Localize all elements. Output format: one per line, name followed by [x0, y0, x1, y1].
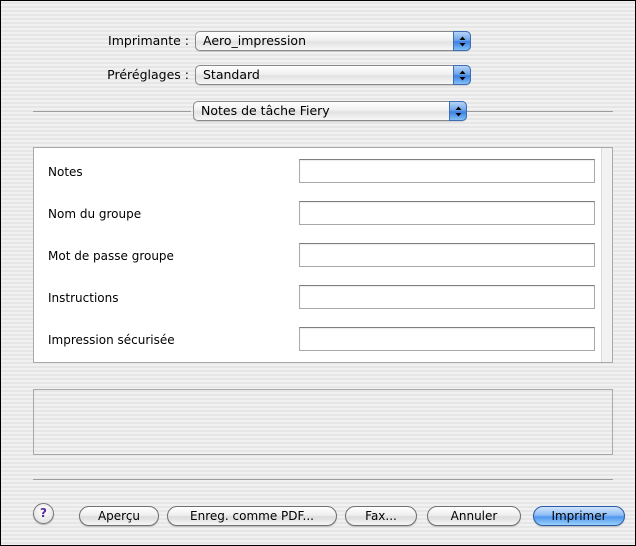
print-dialog: Imprimante : Aero_impression Préréglages… [0, 0, 636, 546]
panel-selector-popup[interactable]: Notes de tâche Fiery [193, 101, 467, 121]
printer-label: Imprimante : [108, 33, 189, 48]
group-name-field[interactable] [299, 201, 595, 225]
popup-arrows-icon [449, 101, 467, 121]
popup-arrows-icon [453, 65, 471, 85]
cancel-button[interactable]: Annuler [427, 506, 521, 526]
separator-right [467, 111, 613, 112]
notes-label: Notes [48, 165, 83, 179]
group-password-label: Mot de passe groupe [48, 249, 174, 263]
presets-popup-value: Standard [203, 67, 260, 82]
presets-popup[interactable]: Standard [195, 65, 471, 85]
preview-button[interactable]: Aperçu [79, 506, 159, 526]
printer-popup[interactable]: Aero_impression [195, 31, 471, 51]
instructions-label: Instructions [48, 291, 119, 305]
instructions-field[interactable] [299, 285, 595, 309]
secure-print-label: Impression sécurisée [48, 333, 175, 347]
panel-scrollbar[interactable] [601, 148, 612, 362]
fax-button[interactable]: Fax... [345, 506, 417, 526]
help-icon[interactable]: ? [33, 503, 54, 524]
group-name-label: Nom du groupe [48, 207, 142, 221]
bottom-separator [33, 479, 613, 480]
printer-popup-value: Aero_impression [203, 33, 306, 48]
print-button[interactable]: Imprimer [533, 506, 625, 526]
group-password-field[interactable] [299, 243, 595, 267]
fiery-notes-panel: Notes Nom du groupe Mot de passe groupe … [33, 147, 613, 363]
secure-print-field[interactable] [299, 327, 595, 351]
panel-selector-value: Notes de tâche Fiery [201, 103, 330, 118]
popup-arrows-icon [453, 31, 471, 51]
separator-left [33, 111, 191, 112]
presets-label: Préréglages : [107, 67, 189, 82]
notes-field[interactable] [299, 159, 595, 183]
save-as-pdf-button[interactable]: Enreg. comme PDF... [167, 506, 337, 526]
message-box [33, 389, 613, 455]
